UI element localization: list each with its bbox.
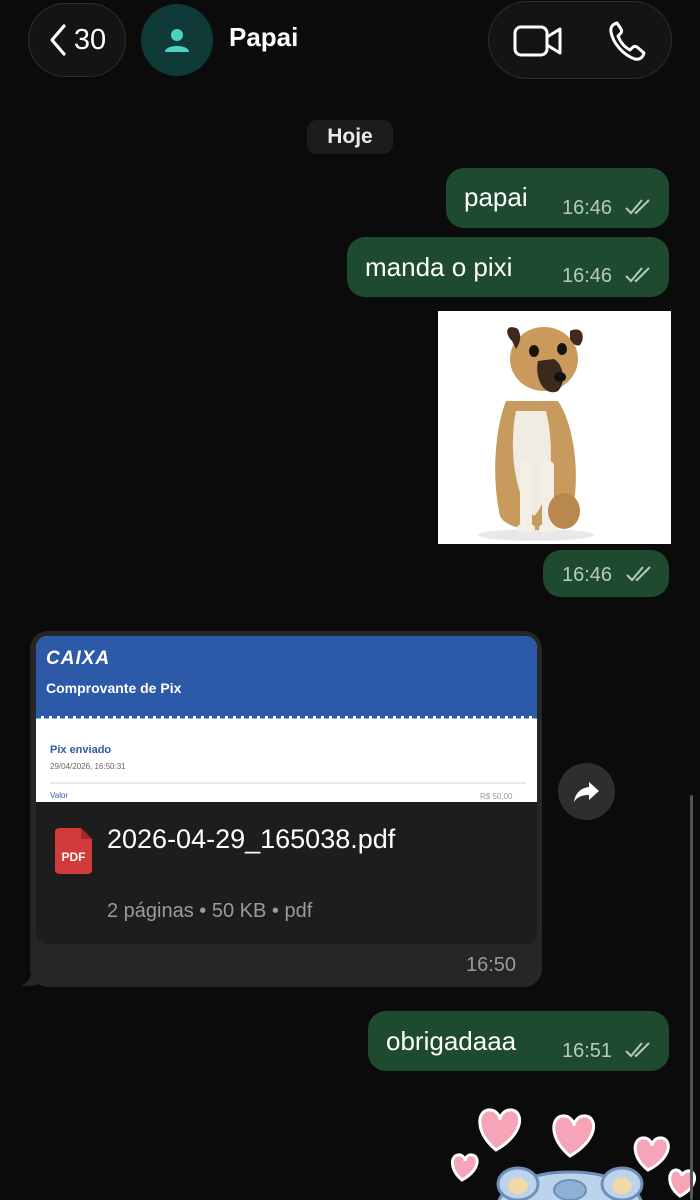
scrollbar[interactable] xyxy=(690,795,693,1200)
document-preview[interactable]: CAIXA Comprovante de Pix Pix enviado 29/… xyxy=(36,636,537,802)
divider xyxy=(50,782,526,784)
read-receipt-icon xyxy=(625,267,650,283)
hearts-sticker[interactable] xyxy=(440,1100,700,1200)
avatar[interactable] xyxy=(141,4,213,76)
call-actions xyxy=(488,1,672,79)
message-time: 16:46 xyxy=(562,197,613,219)
contact-name[interactable]: Papai xyxy=(229,22,298,53)
date-separator: Hoje xyxy=(307,120,393,154)
bank-logo: CAIXA xyxy=(46,648,111,669)
read-receipt-icon xyxy=(626,566,651,582)
read-receipt-icon xyxy=(625,199,650,215)
forward-button[interactable] xyxy=(558,763,615,820)
image-message[interactable] xyxy=(438,311,671,544)
message-bubble-outgoing[interactable]: papai 16:46 xyxy=(446,168,669,228)
message-time: 16:46 xyxy=(562,564,613,586)
forward-arrow-icon xyxy=(573,781,599,802)
document-heading: Comprovante de Pix xyxy=(46,680,182,696)
amount-value: R$ 50,00 xyxy=(480,792,513,801)
message-bubble-outgoing[interactable]: manda o pixi 16:46 xyxy=(347,237,669,297)
phone-icon[interactable] xyxy=(607,19,647,63)
pix-status: Pix enviado xyxy=(50,744,112,756)
message-bubble-outgoing[interactable]: obrigadaaa 16:51 xyxy=(368,1011,669,1071)
video-camera-icon[interactable] xyxy=(513,22,563,60)
pix-datetime: 29/04/2026, 16:50:31 xyxy=(50,762,126,771)
message-text: papai xyxy=(464,182,528,212)
message-time: 16:51 xyxy=(562,1040,613,1062)
back-button[interactable]: 30 xyxy=(28,3,126,77)
message-bubble-outgoing[interactable]: 16:46 xyxy=(543,550,669,597)
perforation-edge xyxy=(36,715,537,719)
chat-header: 30 Papai xyxy=(0,0,700,96)
person-icon xyxy=(165,29,189,52)
document-header-band: CAIXA Comprovante de Pix xyxy=(36,636,537,716)
amount-label: Valor xyxy=(50,791,69,800)
unread-count: 30 xyxy=(73,23,107,56)
message-text: obrigadaaa xyxy=(386,1026,517,1056)
read-receipt-icon xyxy=(625,1042,650,1058)
message-text: manda o pixi xyxy=(365,252,513,282)
file-name: 2026-04-29_165038.pdf xyxy=(107,824,396,854)
chevron-left-icon xyxy=(50,24,66,56)
message-time: 16:50 xyxy=(466,954,517,976)
pdf-file-icon: PDF xyxy=(55,828,92,874)
pdf-icon-label: PDF xyxy=(62,850,86,864)
file-meta: 2 páginas • 50 KB • pdf xyxy=(107,900,313,922)
dog-photo xyxy=(438,311,671,544)
message-time: 16:46 xyxy=(562,265,613,287)
